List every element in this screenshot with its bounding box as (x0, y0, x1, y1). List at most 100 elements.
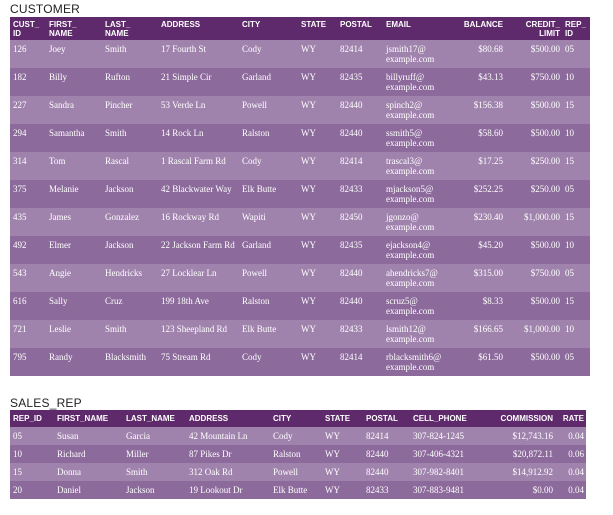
table-cell: Joey (46, 40, 102, 68)
table-cell: 82414 (337, 40, 383, 68)
table-cell: 123 Sheepland Rd (158, 320, 239, 348)
column-header: EMAIL (383, 17, 452, 40)
table-cell: WY (298, 320, 337, 348)
table-cell: 20 (10, 481, 54, 499)
table-cell: Ralston (270, 445, 322, 463)
table-cell: 82440 (337, 292, 383, 320)
table-cell: 87 Pikes Dr (186, 445, 270, 463)
table-cell: 42 Blackwater Way (158, 180, 239, 208)
table-row: 10 Richard Miller 87 Pikes Dr Ralston WY 82440… (10, 445, 586, 463)
table-cell: 492 (10, 236, 46, 264)
table-cell: Hendricks (102, 264, 158, 292)
table-cell: 05 (10, 427, 54, 445)
table-cell: Garland (239, 68, 298, 96)
column-header: STATE (298, 17, 337, 40)
table-row: 294 Samantha Smith 14 Rock Ln Ralston WY 82440… (10, 124, 590, 152)
table-cell: WY (322, 427, 363, 445)
table-cell: 314 (10, 152, 46, 180)
column-header: STATE (322, 410, 363, 427)
table-cell: mjackson5@ example.com (383, 180, 452, 208)
column-header: CREDIT_ LIMIT (505, 17, 562, 40)
table-cell: Randy (46, 348, 102, 376)
table-cell: Richard (54, 445, 123, 463)
sales-rep-table-body: 05 Susan Garcia 42 Mountain Ln Cody WY 82414 30… (10, 427, 586, 499)
table-cell: WY (322, 481, 363, 499)
table-cell: Ralston (239, 292, 298, 320)
column-header: CITY (239, 17, 298, 40)
table-cell: Samantha (46, 124, 102, 152)
table-row: 721 Leslie Smith 123 Sheepland Rd Elk Butte W… (10, 320, 590, 348)
table-cell: $500.00 (505, 40, 562, 68)
table-cell: scruz5@ example.com (383, 292, 452, 320)
sales-rep-header-row: REP_ID FIRST_NAME LAST_NAME ADDRESS CITY STAT… (10, 410, 586, 427)
table-cell: 307-824-1245 (410, 427, 489, 445)
table-cell: $500.00 (505, 236, 562, 264)
table-cell: Jackson (102, 180, 158, 208)
column-header: REP_ ID (562, 17, 590, 40)
table-cell: 543 (10, 264, 46, 292)
table-row: 375 Melanie Jackson 42 Blackwater Way Elk Bu… (10, 180, 590, 208)
table-cell: Garland (239, 236, 298, 264)
table-cell: $80.68 (452, 40, 505, 68)
table-cell: Smith (102, 124, 158, 152)
table-cell: WY (298, 152, 337, 180)
table-row: 435 James Gonzalez 16 Rockway Rd Wapiti WY 824… (10, 208, 590, 236)
table-cell: Ralston (239, 124, 298, 152)
table-cell: WY (298, 96, 337, 124)
table-cell: Smith (123, 463, 186, 481)
customer-header-row: CUST_ ID FIRST_ NAME LAST_ NAME ADDRESS CITY… (10, 17, 590, 40)
column-header: CUST_ ID (10, 17, 46, 40)
table-cell: Powell (270, 463, 322, 481)
table-cell: Elk Butte (239, 180, 298, 208)
table-cell: Gonzalez (102, 208, 158, 236)
table-cell: 294 (10, 124, 46, 152)
table-cell: jgonzo@ example.com (383, 208, 452, 236)
table-cell: WY (322, 463, 363, 481)
table-cell: 10 (562, 68, 590, 96)
table-cell: $252.25 (452, 180, 505, 208)
table-cell: $20,872.11 (489, 445, 555, 463)
table-cell: 199 18th Ave (158, 292, 239, 320)
table-cell: 82440 (363, 463, 410, 481)
customer-table: CUST_ ID FIRST_ NAME LAST_ NAME ADDRESS CITY… (10, 17, 590, 376)
table-cell: 82414 (337, 152, 383, 180)
table-cell: 42 Mountain Ln (186, 427, 270, 445)
table-cell: 82450 (337, 208, 383, 236)
table-cell: James (46, 208, 102, 236)
table-cell: 312 Oak Rd (186, 463, 270, 481)
sales-rep-table-caption: SALES_REP (10, 396, 82, 410)
column-header: REP_ID (10, 410, 54, 427)
table-cell: 227 (10, 96, 46, 124)
table-cell: 182 (10, 68, 46, 96)
table-cell: 10 (562, 236, 590, 264)
column-header: POSTAL (363, 410, 410, 427)
table-cell: 15 (10, 463, 54, 481)
table-cell: WY (322, 445, 363, 463)
table-cell: Elmer (46, 236, 102, 264)
column-header: BALANCE (452, 17, 505, 40)
column-header: FIRST_ NAME (46, 17, 102, 40)
table-cell: 0.04 (555, 427, 586, 445)
column-header: ADDRESS (186, 410, 270, 427)
table-cell: Jackson (123, 481, 186, 499)
table-cell: 05 (562, 264, 590, 292)
table-cell: WY (298, 236, 337, 264)
table-cell: WY (298, 208, 337, 236)
table-cell: 435 (10, 208, 46, 236)
table-cell: 05 (562, 348, 590, 376)
table-cell: $500.00 (505, 124, 562, 152)
table-cell: $1,000.00 (505, 208, 562, 236)
table-cell: Cruz (102, 292, 158, 320)
table-cell: 10 (10, 445, 54, 463)
table-cell: $500.00 (505, 96, 562, 124)
table-cell: 82414 (363, 427, 410, 445)
column-header: FIRST_NAME (54, 410, 123, 427)
table-cell: 21 Simple Cir (158, 68, 239, 96)
table-cell: 307-982-8401 (410, 463, 489, 481)
table-cell: ahendricks7@ example.com (383, 264, 452, 292)
table-cell: 75 Stream Rd (158, 348, 239, 376)
table-cell: 82433 (363, 481, 410, 499)
column-header: LAST_NAME (123, 410, 186, 427)
table-cell: $43.13 (452, 68, 505, 96)
table-cell: 0.04 (555, 481, 586, 499)
